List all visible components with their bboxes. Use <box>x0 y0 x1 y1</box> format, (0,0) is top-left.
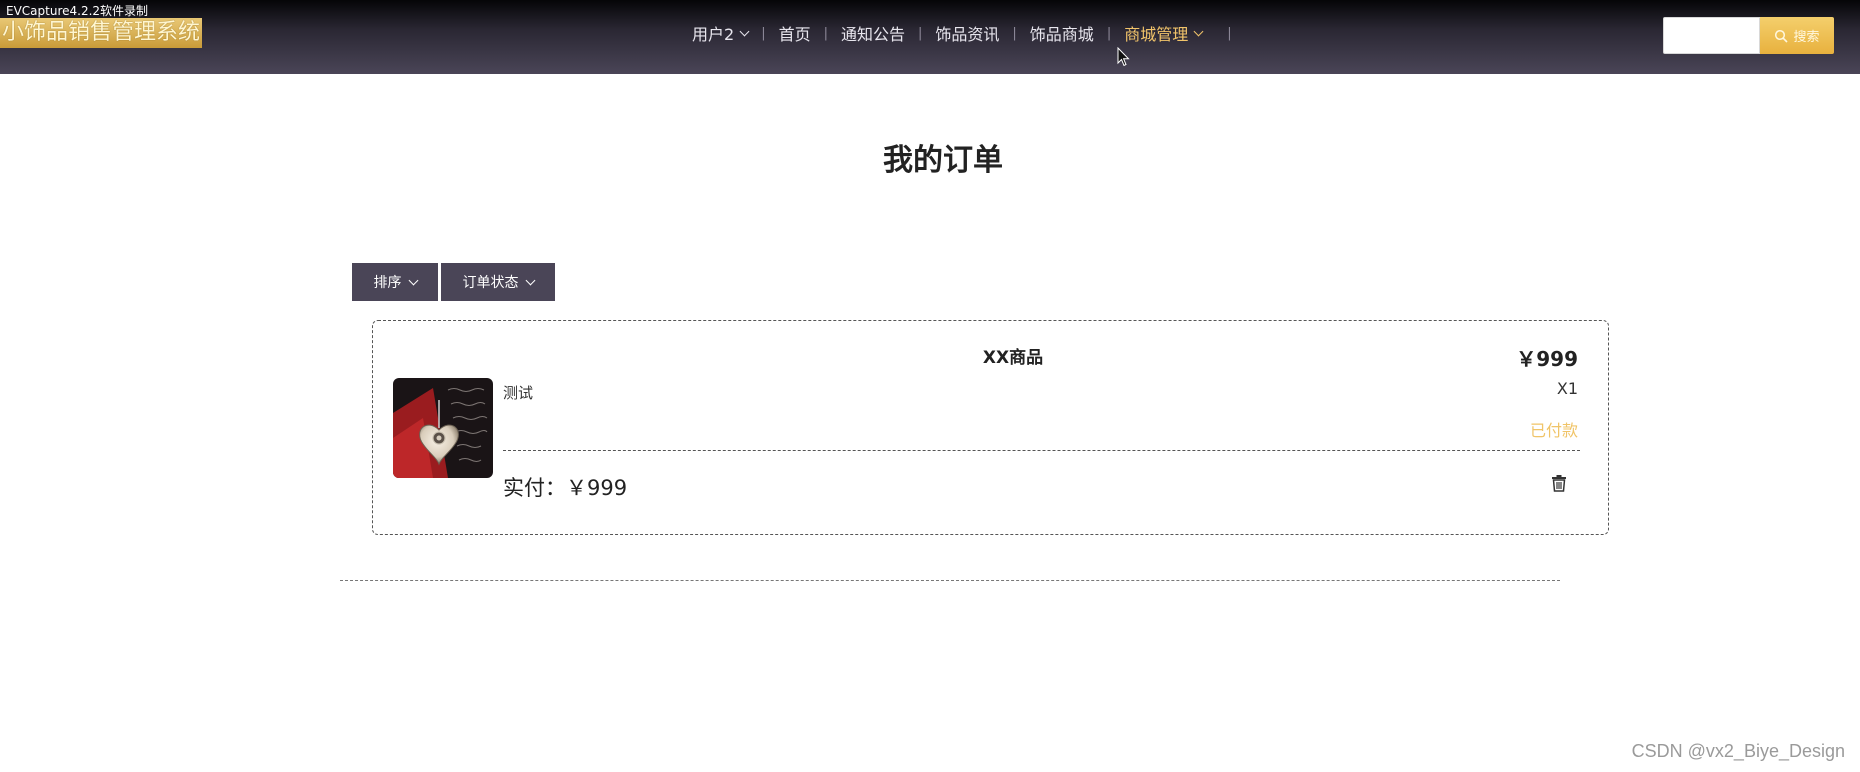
heart-pendant-image <box>393 378 493 478</box>
chevron-down-icon <box>525 275 535 285</box>
product-name: XX商品 <box>982 348 1044 368</box>
search-input[interactable] <box>1663 17 1760 54</box>
nav-user-label: 用户2 <box>692 25 735 44</box>
nav-news[interactable]: 饰品资讯 <box>923 21 1011 45</box>
order-status-badge: 已付款 <box>1529 421 1578 440</box>
order-status-dropdown-button[interactable]: 订单状态 <box>441 263 555 301</box>
product-description: 测试 <box>503 384 534 402</box>
nav-separator: | <box>1227 25 1232 41</box>
nav-home[interactable]: 首页 <box>767 21 823 45</box>
search-icon <box>1775 29 1789 43</box>
nav-shop-management-label: 商城管理 <box>1124 25 1189 44</box>
nav-shop[interactable]: 饰品商城 <box>1018 21 1106 45</box>
recorder-watermark: EVCapture4.2.2软件录制 <box>6 4 149 18</box>
search-button[interactable]: 搜索 <box>1760 17 1834 54</box>
nav-user-menu[interactable]: 用户2 <box>680 21 760 45</box>
page-divider <box>340 580 1560 581</box>
order-status-label: 订单状态 <box>462 275 519 291</box>
nav-announcements[interactable]: 通知公告 <box>829 21 917 45</box>
csdn-watermark: CSDN @vx2_Biye_Design <box>1631 741 1845 761</box>
search-button-label: 搜索 <box>1793 30 1820 45</box>
order-price: ￥999 <box>1516 347 1578 371</box>
top-nav-bar: EVCapture4.2.2软件录制 小饰品销售管理系统 用户2 | 首页 | … <box>0 0 1860 74</box>
chevron-down-icon <box>739 26 750 36</box>
product-image[interactable] <box>393 378 493 478</box>
trash-icon[interactable] <box>1550 474 1568 492</box>
order-card: XX商品 ￥999 测试 X1 已付款 实付：￥999 <box>372 320 1609 535</box>
main-nav: 用户2 | 首页 | 通知公告 | 饰品资讯 | 饰品商城 | 商城管理 | <box>680 18 1233 48</box>
chevron-down-icon <box>1193 26 1204 36</box>
card-divider <box>503 450 1580 451</box>
mouse-cursor-icon <box>1117 47 1130 67</box>
site-title[interactable]: 小饰品销售管理系统 <box>0 18 203 48</box>
order-quantity: X1 <box>1556 379 1578 398</box>
nav-shop-management[interactable]: 商城管理 <box>1112 21 1214 45</box>
sort-label: 排序 <box>373 275 402 291</box>
paid-amount: 实付：￥999 <box>503 476 628 500</box>
chevron-down-icon <box>408 275 418 285</box>
page-title: 我的订单 <box>883 143 1003 178</box>
sort-dropdown-button[interactable]: 排序 <box>352 263 438 301</box>
